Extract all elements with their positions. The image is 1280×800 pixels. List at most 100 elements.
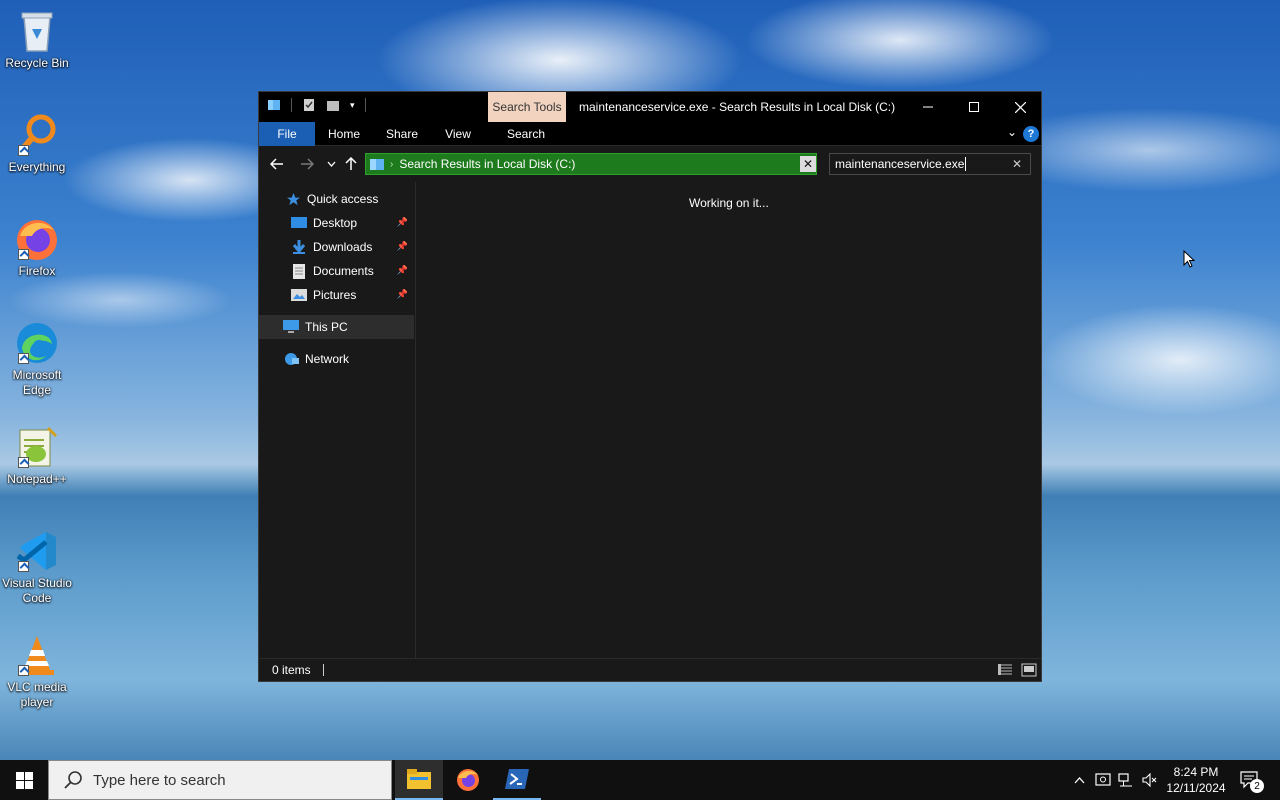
firefox-icon bbox=[14, 216, 60, 262]
maximize-button[interactable] bbox=[951, 92, 997, 122]
nav-label: Pictures bbox=[313, 288, 357, 302]
file-list-area[interactable]: Working on it... bbox=[417, 182, 1041, 659]
taskbar-clock[interactable]: 8:24 PM 12/11/2024 bbox=[1162, 764, 1230, 796]
tab-search[interactable]: Search bbox=[491, 122, 561, 146]
forward-button[interactable] bbox=[297, 154, 317, 174]
download-arrow-icon bbox=[291, 239, 307, 255]
taskbar-search-placeholder: Type here to search bbox=[93, 771, 226, 789]
up-arrow-icon bbox=[345, 157, 357, 170]
volume-muted-icon bbox=[1142, 773, 1157, 787]
notepadpp-icon bbox=[14, 424, 60, 470]
shortcut-arrow-icon bbox=[18, 457, 29, 468]
chevron-down-icon bbox=[327, 161, 335, 167]
nav-item-quick-access[interactable]: Quick access bbox=[259, 187, 414, 211]
nav-item-desktop[interactable]: Desktop 📌 bbox=[259, 211, 414, 235]
nav-item-this-pc[interactable]: This PC bbox=[259, 315, 414, 339]
screen-clip-icon bbox=[1095, 773, 1111, 786]
taskbar: Type here to search 8:24 PM 12/11/2024 2 bbox=[0, 760, 1280, 800]
back-arrow-icon bbox=[270, 158, 283, 170]
address-bar[interactable]: › Search Results in Local Disk (C:) ⌄ bbox=[365, 153, 817, 175]
shortcut-arrow-icon bbox=[18, 353, 29, 364]
nav-label: This PC bbox=[305, 320, 348, 334]
desktop-icon-notepadpp[interactable]: Notepad++ bbox=[2, 424, 72, 487]
document-icon bbox=[291, 263, 307, 279]
computer-icon bbox=[283, 319, 299, 335]
title-bar[interactable]: ▾ Search Tools maintenanceservice.exe - … bbox=[259, 92, 1041, 122]
taskbar-firefox[interactable] bbox=[444, 760, 492, 800]
recent-locations-button[interactable] bbox=[321, 154, 341, 174]
taskbar-search-box[interactable]: Type here to search bbox=[48, 760, 392, 800]
ribbon-tabs: File Home Share View Search ⌄ ? bbox=[259, 122, 1041, 146]
desktop-icon-vlc[interactable]: VLC media player bbox=[2, 632, 72, 710]
tab-share[interactable]: Share bbox=[379, 122, 425, 146]
mouse-cursor-icon bbox=[1183, 250, 1195, 268]
nav-label: Quick access bbox=[307, 192, 379, 206]
desktop-icon-label: Visual Studio Code bbox=[2, 576, 72, 605]
desktop-folder-icon bbox=[291, 215, 307, 231]
desktop-icon-everything[interactable]: Everything bbox=[2, 112, 72, 175]
maximize-icon bbox=[969, 102, 979, 112]
details-view-icon[interactable] bbox=[997, 663, 1013, 677]
desktop-icon-edge[interactable]: Microsoft Edge bbox=[2, 320, 72, 398]
pin-icon: 📌 bbox=[396, 241, 408, 251]
shortcut-arrow-icon bbox=[18, 249, 29, 260]
tab-view[interactable]: View bbox=[435, 122, 481, 146]
desktop-icon-recycle-bin[interactable]: Recycle Bin bbox=[2, 8, 72, 71]
properties-icon[interactable] bbox=[302, 98, 316, 112]
address-path[interactable]: Search Results in Local Disk (C:) bbox=[399, 157, 575, 171]
help-icon[interactable]: ? bbox=[1023, 126, 1039, 142]
network-status-button[interactable] bbox=[1115, 760, 1137, 800]
desktop-icon-label: VLC media player bbox=[7, 680, 67, 709]
close-button[interactable] bbox=[997, 92, 1043, 122]
show-hidden-icons-button[interactable] bbox=[1068, 760, 1090, 800]
new-folder-icon[interactable] bbox=[326, 98, 340, 112]
desktop-icon-label: Firefox bbox=[18, 264, 56, 278]
explorer-window[interactable]: ▾ Search Tools maintenanceservice.exe - … bbox=[258, 91, 1042, 682]
expand-ribbon-chevron-icon[interactable]: ⌄ bbox=[1007, 125, 1017, 139]
quick-access-toolbar: ▾ bbox=[267, 98, 366, 112]
item-count: 0 items bbox=[272, 663, 311, 677]
desktop-icon-label: Recycle Bin bbox=[5, 56, 69, 70]
pin-icon: 📌 bbox=[396, 217, 408, 227]
vlc-icon bbox=[14, 632, 60, 678]
back-button[interactable] bbox=[267, 154, 287, 174]
desktop-icon-label: Microsoft Edge bbox=[12, 368, 62, 397]
search-input[interactable]: maintenanceservice.exe ✕ bbox=[829, 153, 1031, 175]
star-icon bbox=[285, 191, 301, 207]
volume-button[interactable] bbox=[1139, 760, 1161, 800]
pin-icon: 📌 bbox=[396, 289, 408, 299]
customize-toolbar-chevron-icon[interactable]: ▾ bbox=[350, 100, 355, 111]
search-results-folder-icon bbox=[370, 159, 384, 170]
search-tools-contextual-tab[interactable]: Search Tools bbox=[488, 92, 566, 122]
desktop-icon-firefox[interactable]: Firefox bbox=[2, 216, 72, 279]
taskbar-powershell[interactable] bbox=[493, 760, 541, 800]
taskbar-file-explorer[interactable] bbox=[395, 760, 443, 800]
start-button[interactable] bbox=[0, 760, 48, 800]
desktop-icon-vscode[interactable]: Visual Studio Code bbox=[2, 528, 72, 606]
status-bar: 0 items bbox=[259, 658, 1041, 681]
navigation-pane: Quick access Desktop 📌 Downloads 📌 Docum… bbox=[259, 182, 416, 659]
tab-file[interactable]: File bbox=[259, 122, 315, 146]
desktop-icon-label: Everything bbox=[8, 160, 66, 174]
shortcut-arrow-icon bbox=[18, 561, 29, 572]
action-center-button[interactable]: 2 bbox=[1234, 760, 1266, 800]
navigation-bar: › Search Results in Local Disk (C:) ⌄ ✕ … bbox=[259, 146, 1041, 182]
file-explorer-icon bbox=[407, 769, 431, 789]
nav-label: Downloads bbox=[313, 240, 373, 254]
nav-item-network[interactable]: Network bbox=[259, 347, 414, 371]
breadcrumb-separator-icon: › bbox=[390, 158, 394, 170]
minimize-button[interactable] bbox=[905, 92, 951, 122]
nav-item-pictures[interactable]: Pictures 📌 bbox=[259, 283, 414, 307]
stop-search-button[interactable]: ✕ bbox=[800, 156, 816, 172]
up-button[interactable] bbox=[341, 154, 361, 174]
recycle-bin-icon bbox=[14, 8, 60, 54]
pictures-icon bbox=[291, 287, 307, 303]
nav-item-documents[interactable]: Documents 📌 bbox=[259, 259, 414, 283]
nav-label: Documents bbox=[313, 264, 374, 278]
clear-search-icon[interactable]: ✕ bbox=[1012, 157, 1022, 171]
nav-item-downloads[interactable]: Downloads 📌 bbox=[259, 235, 414, 259]
tray-app-icon[interactable] bbox=[1092, 760, 1114, 800]
large-icons-view-icon[interactable] bbox=[1021, 663, 1037, 677]
tab-home[interactable]: Home bbox=[321, 122, 367, 146]
edge-icon bbox=[14, 320, 60, 366]
